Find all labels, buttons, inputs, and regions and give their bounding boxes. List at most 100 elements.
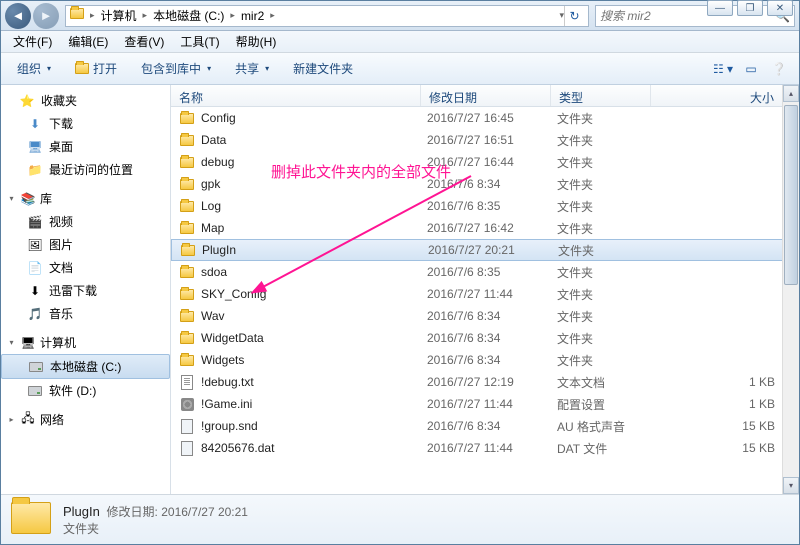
open-button[interactable]: 打开 (67, 56, 125, 81)
file-row[interactable]: Log2016/7/6 8:35文件夹 (171, 195, 799, 217)
maximize-button[interactable]: ❐ (737, 0, 763, 16)
menu-edit[interactable]: 编辑(E) (62, 31, 114, 52)
file-row[interactable]: PlugIn2016/7/27 20:21文件夹 (171, 239, 799, 261)
generic-icon (179, 418, 195, 434)
folder-icon (179, 264, 195, 280)
file-type: 文件夹 (557, 352, 657, 369)
chevron-right-icon[interactable]: ▸ (270, 10, 275, 21)
close-button[interactable]: ✕ (767, 0, 793, 16)
sidebar-item-thunder[interactable]: ⬇迅雷下载 (1, 279, 170, 302)
preview-pane-button[interactable]: ▭ (739, 57, 763, 81)
file-row[interactable]: Config2016/7/27 16:45文件夹 (171, 107, 799, 129)
picture-icon: 🖼 (27, 237, 43, 253)
forward-button[interactable]: ► (33, 3, 59, 29)
file-row[interactable]: Data2016/7/27 16:51文件夹 (171, 129, 799, 151)
collapse-icon[interactable]: ▾ (7, 338, 16, 347)
new-folder-button[interactable]: 新建文件夹 (285, 56, 361, 81)
sidebar-item-disk-d[interactable]: 软件 (D:) (1, 379, 170, 402)
recent-icon: 📁 (27, 162, 43, 178)
sidebar-libraries-header[interactable]: ▾📚库 (1, 187, 170, 210)
file-row[interactable]: !debug.txt2016/7/27 12:19文本文档1 KB (171, 371, 799, 393)
scroll-up-button[interactable]: ▴ (783, 85, 799, 102)
sidebar-item-videos[interactable]: 🎬视频 (1, 210, 170, 233)
file-type: 文件夹 (557, 286, 657, 303)
back-button[interactable]: ◄ (5, 3, 31, 29)
sidebar-item-documents[interactable]: 📄文档 (1, 256, 170, 279)
content-area: ⭐收藏夹 ⬇下载 🖥桌面 📁最近访问的位置 ▾📚库 🎬视频 🖼图片 📄文档 ⬇迅… (1, 85, 799, 494)
column-header-date[interactable]: 修改日期 (421, 85, 551, 106)
file-row[interactable]: !Game.ini2016/7/27 11:44配置设置1 KB (171, 393, 799, 415)
breadcrumb: ▸ 计算机 ▸ 本地磁盘 (C:) ▸ mir2 ▸ (90, 5, 559, 26)
sidebar-item-music[interactable]: 🎵音乐 (1, 302, 170, 325)
file-row[interactable]: Widgets2016/7/6 8:34文件夹 (171, 349, 799, 371)
folder-icon (179, 132, 195, 148)
file-row[interactable]: SKY_Config2016/7/27 11:44文件夹 (171, 283, 799, 305)
download-icon: ⬇ (27, 116, 43, 132)
file-date: 2016/7/6 8:35 (427, 199, 557, 213)
chevron-right-icon[interactable]: ▸ (143, 10, 148, 21)
column-header-size[interactable]: 大小 (651, 85, 799, 106)
folder-icon (179, 176, 195, 192)
chevron-right-icon[interactable]: ▸ (230, 10, 235, 21)
file-list[interactable]: Config2016/7/27 16:45文件夹Data2016/7/27 16… (171, 107, 799, 494)
sidebar-computer-header[interactable]: ▾🖥计算机 (1, 331, 170, 354)
menu-help[interactable]: 帮助(H) (230, 31, 283, 52)
file-type: 文件夹 (557, 132, 657, 149)
sidebar-item-disk-c[interactable]: 本地磁盘 (C:) (1, 354, 170, 379)
file-row[interactable]: !group.snd2016/7/6 8:34AU 格式声音15 KB (171, 415, 799, 437)
sidebar-item-recent[interactable]: 📁最近访问的位置 (1, 158, 170, 181)
file-row[interactable]: 84205676.dat2016/7/27 11:44DAT 文件15 KB (171, 437, 799, 459)
scroll-down-button[interactable]: ▾ (783, 477, 799, 494)
video-icon: 🎬 (27, 214, 43, 230)
view-options-button[interactable]: ☷ ▾ (711, 57, 735, 81)
folder-icon (75, 63, 89, 74)
file-name: Wav (201, 309, 427, 323)
chevron-right-icon[interactable]: ▸ (90, 10, 95, 21)
window-controls: — ❐ ✕ (707, 0, 793, 16)
file-name: Log (201, 199, 427, 213)
organize-button[interactable]: 组织 (9, 56, 59, 81)
sidebar-item-downloads[interactable]: ⬇下载 (1, 112, 170, 135)
collapse-icon[interactable]: ▾ (7, 194, 16, 203)
document-icon: 📄 (27, 260, 43, 276)
menu-tools[interactable]: 工具(T) (174, 31, 225, 52)
address-bar[interactable]: ▸ 计算机 ▸ 本地磁盘 (C:) ▸ mir2 ▸ ▾ ↻ (65, 5, 589, 27)
sidebar-item-pictures[interactable]: 🖼图片 (1, 233, 170, 256)
file-type: 配置设置 (557, 396, 657, 413)
help-button[interactable]: ❔ (767, 57, 791, 81)
breadcrumb-disk[interactable]: 本地磁盘 (C:) (149, 5, 228, 26)
file-row[interactable]: debug2016/7/27 16:44文件夹 (171, 151, 799, 173)
column-header-name[interactable]: 名称 (171, 85, 421, 106)
file-date: 2016/7/27 20:21 (428, 243, 558, 257)
folder-icon (70, 8, 86, 24)
menubar: 文件(F) 编辑(E) 查看(V) 工具(T) 帮助(H) (1, 31, 799, 53)
file-row[interactable]: WidgetData2016/7/6 8:34文件夹 (171, 327, 799, 349)
file-date: 2016/7/27 12:19 (427, 375, 557, 389)
file-type: DAT 文件 (557, 440, 657, 457)
file-size: 1 KB (657, 397, 799, 411)
breadcrumb-folder[interactable]: mir2 (237, 7, 268, 25)
file-size: 15 KB (657, 419, 799, 433)
scrollbar[interactable]: ▴ ▾ (782, 85, 799, 494)
file-row[interactable]: Wav2016/7/6 8:34文件夹 (171, 305, 799, 327)
include-in-library-button[interactable]: 包含到库中 (133, 56, 219, 81)
sidebar-item-desktop[interactable]: 🖥桌面 (1, 135, 170, 158)
file-row[interactable]: sdoa2016/7/6 8:35文件夹 (171, 261, 799, 283)
refresh-button[interactable]: ↻ (564, 6, 584, 26)
menu-file[interactable]: 文件(F) (7, 31, 58, 52)
disk-icon (27, 383, 43, 399)
file-row[interactable]: gpk2016/7/6 8:34文件夹 (171, 173, 799, 195)
expand-icon[interactable]: ▸ (7, 415, 16, 424)
column-header-type[interactable]: 类型 (551, 85, 651, 106)
file-row[interactable]: Map2016/7/27 16:42文件夹 (171, 217, 799, 239)
menu-view[interactable]: 查看(V) (118, 31, 170, 52)
file-name: WidgetData (201, 331, 427, 345)
sidebar-network-header[interactable]: ▸🖧网络 (1, 408, 170, 431)
file-date: 2016/7/27 11:44 (427, 287, 557, 301)
scrollbar-thumb[interactable] (784, 105, 798, 285)
minimize-button[interactable]: — (707, 0, 733, 16)
file-type: 文件夹 (558, 242, 658, 259)
breadcrumb-computer[interactable]: 计算机 (97, 5, 141, 26)
share-button[interactable]: 共享 (227, 56, 277, 81)
sidebar-favorites-header[interactable]: ⭐收藏夹 (1, 89, 170, 112)
